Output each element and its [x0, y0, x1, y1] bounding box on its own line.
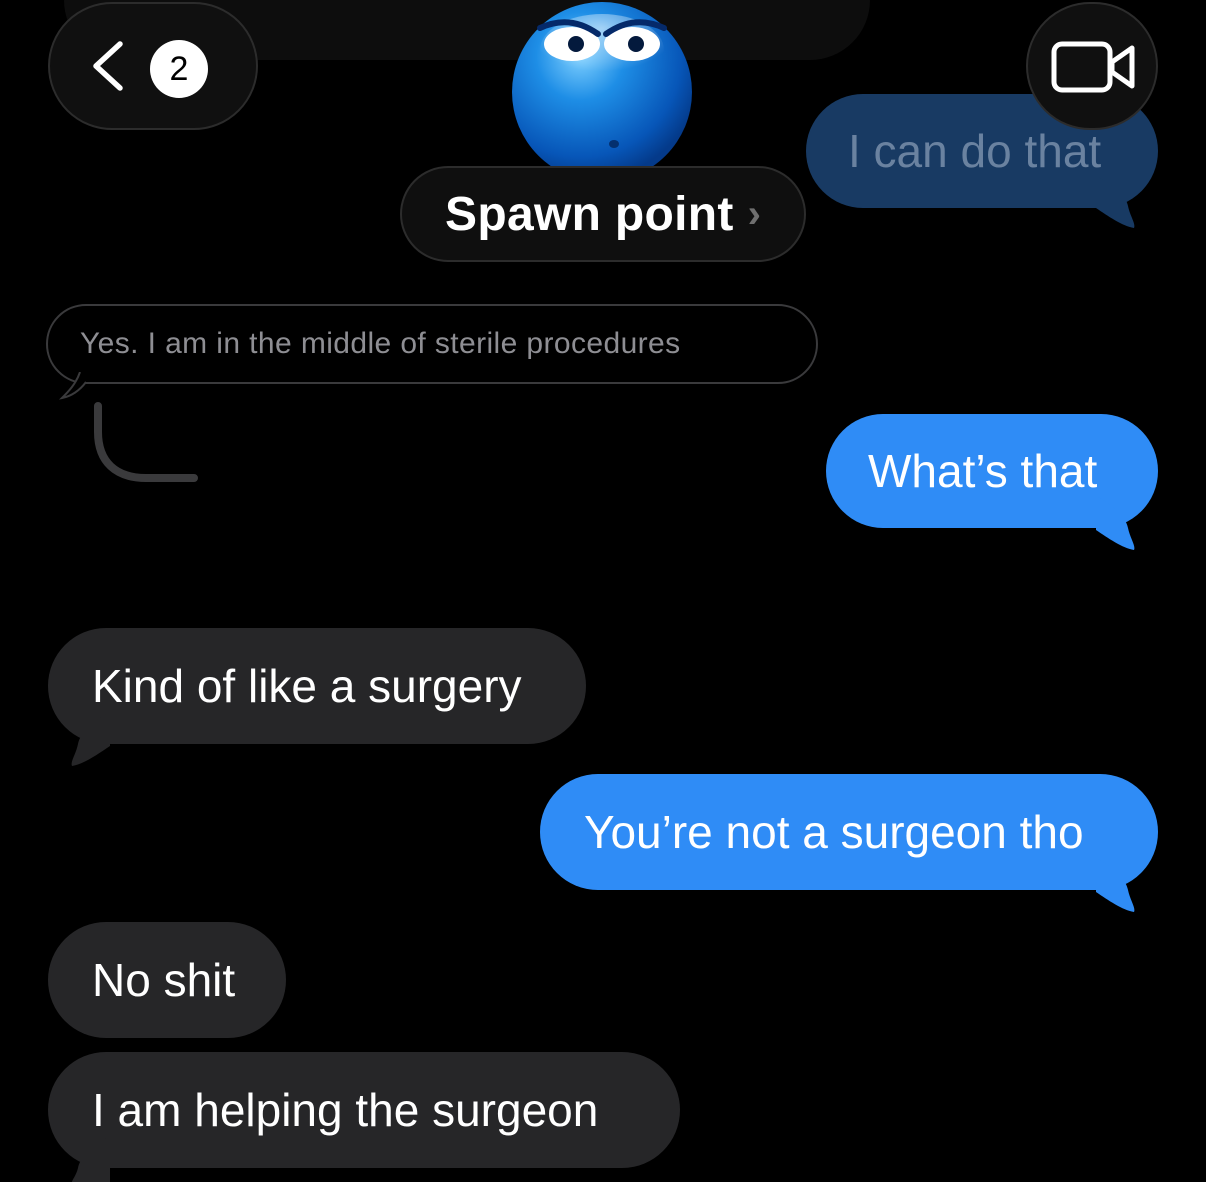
- contact-name-button[interactable]: Spawn point ›: [400, 166, 806, 262]
- message-text: Kind of like a surgery: [92, 660, 522, 712]
- message-text: I am helping the surgeon: [92, 1084, 599, 1136]
- message-text: I can do that: [848, 125, 1102, 177]
- chevron-left-icon: [93, 41, 123, 91]
- bubble-tail: [72, 1136, 110, 1182]
- unread-count-badge: 2: [150, 40, 208, 98]
- reply-thread-line: [94, 402, 198, 482]
- bubble-tail: [1096, 496, 1135, 550]
- message-text: No shit: [92, 954, 236, 1006]
- incoming-message[interactable]: I am helping the surgeon: [48, 1052, 680, 1168]
- incoming-message[interactable]: No shit: [48, 922, 286, 1038]
- chevron-right-icon: ›: [747, 191, 761, 236]
- message-text: You’re not a surgeon tho: [584, 806, 1084, 858]
- message-text: What’s that: [868, 445, 1098, 497]
- outgoing-message[interactable]: You’re not a surgeon tho: [540, 774, 1158, 890]
- video-camera-icon: [1051, 41, 1135, 93]
- incoming-message[interactable]: Kind of like a surgery: [48, 628, 586, 744]
- message-text: Yes. I am in the middle of sterile proce…: [80, 327, 681, 360]
- contact-avatar[interactable]: [510, 0, 694, 184]
- bubble-tail: [58, 372, 87, 400]
- contact-name: Spawn point: [445, 187, 734, 241]
- reply-quoted-message[interactable]: Yes. I am in the middle of sterile proce…: [46, 304, 818, 384]
- bubble-tail: [1096, 176, 1135, 228]
- bubble-tail: [71, 712, 110, 766]
- bubble-tail: [1096, 858, 1135, 912]
